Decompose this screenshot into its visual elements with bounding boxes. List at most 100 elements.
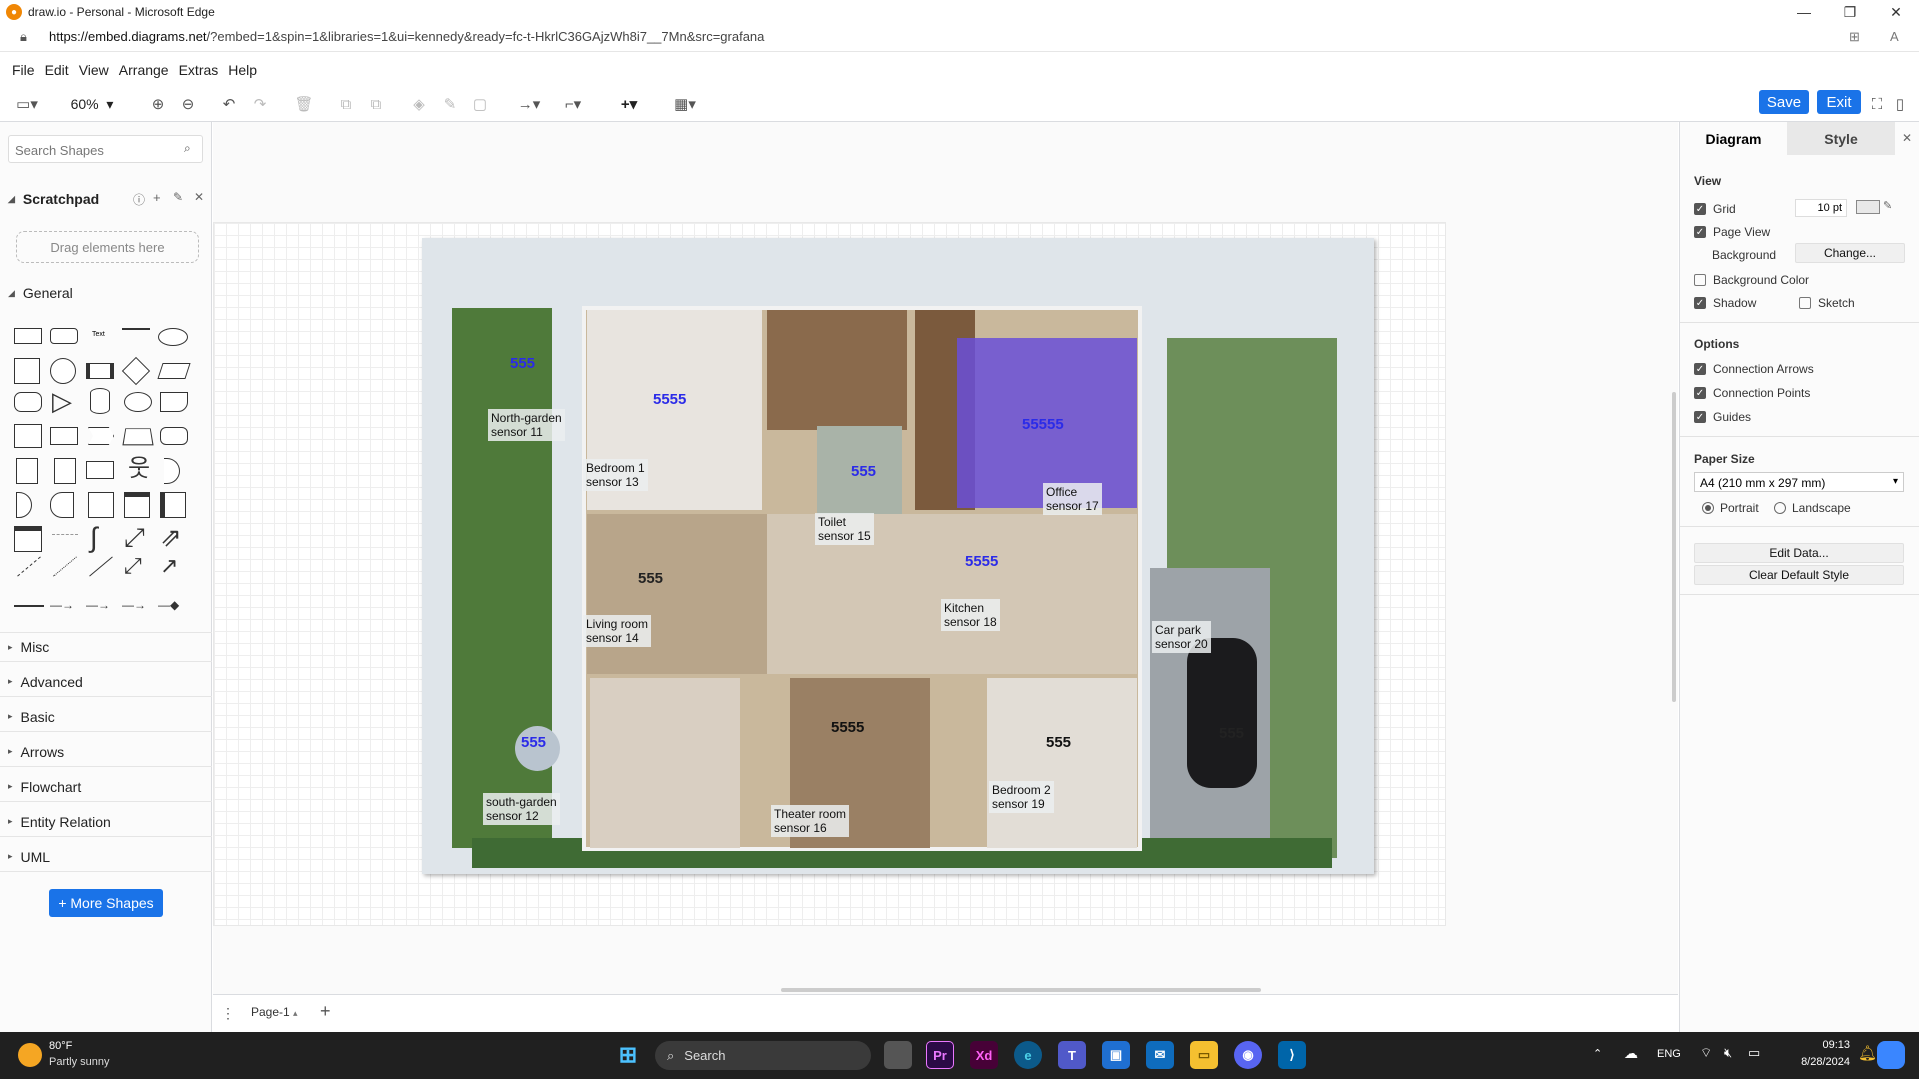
search-shapes-input[interactable]: Search Shapes: [8, 135, 203, 163]
battery-icon[interactable]: ▭: [1748, 1045, 1760, 1061]
vscode-icon[interactable]: ⟩: [1278, 1041, 1306, 1069]
menu-view[interactable]: View: [79, 62, 109, 78]
diamond-shape[interactable]: [121, 356, 151, 386]
room-label-bedroom-1[interactable]: Bedroom 1 sensor 13: [583, 459, 648, 491]
connector-symbol-shape[interactable]: —◆: [158, 598, 179, 612]
list-item-shape[interactable]: [52, 534, 78, 535]
trapezoid-shape[interactable]: [122, 428, 154, 446]
room-label-theater-room[interactable]: Theater room sensor 16: [771, 805, 850, 837]
language-indicator[interactable]: ENG: [1657, 1048, 1681, 1060]
close-panel-icon[interactable]: ✕: [1902, 131, 1912, 145]
cloud-shape[interactable]: [124, 392, 152, 412]
search-icon[interactable]: ⌕: [184, 141, 191, 156]
save-button[interactable]: Save: [1759, 90, 1809, 114]
page-tab[interactable]: Page-1 ▴: [247, 1003, 302, 1021]
app-available-icon[interactable]: ⊞: [1849, 29, 1860, 45]
arrow-shape[interactable]: ⇗: [160, 524, 182, 550]
menu-file[interactable]: File: [12, 62, 35, 78]
tape-shape[interactable]: [160, 427, 188, 445]
paper-size-select[interactable]: A4 (210 mm x 297 mm) ▾: [1694, 472, 1904, 492]
delay-shape[interactable]: [16, 492, 32, 518]
to-front-icon[interactable]: ⧉: [336, 94, 356, 114]
portrait-radio[interactable]: Portrait: [1702, 501, 1759, 515]
line-color-icon[interactable]: ✎: [440, 94, 460, 114]
bidirectional-connector-shape[interactable]: ⤢: [124, 554, 142, 578]
room-label-toilet[interactable]: Toilet sensor 15: [815, 513, 874, 545]
container-shape[interactable]: [88, 492, 114, 518]
rectangle-shape[interactable]: [14, 328, 42, 344]
basic-header[interactable]: ▸ Basic: [0, 702, 212, 732]
discord-icon[interactable]: ◉: [1234, 1041, 1262, 1069]
url-text[interactable]: https://embed.diagrams.net/?embed=1&spin…: [49, 29, 764, 44]
edit-icon[interactable]: ✎: [173, 190, 183, 204]
file-explorer-icon[interactable]: ▭: [1190, 1041, 1218, 1069]
grid-color-swatch[interactable]: [1856, 200, 1880, 214]
landscape-radio[interactable]: Landscape: [1774, 501, 1851, 515]
room-label-car-park[interactable]: Car park sensor 20: [1152, 621, 1211, 653]
step-shape[interactable]: [88, 427, 114, 445]
clock-date[interactable]: 8/28/2024: [1770, 1056, 1850, 1068]
edit-data-button[interactable]: Edit Data...: [1694, 543, 1904, 563]
format-panel-toggle-icon[interactable]: ▭▾: [10, 94, 44, 114]
connection-points-checkbox[interactable]: ✓ Connection Points: [1694, 386, 1810, 400]
directional-connector-shape[interactable]: ↗: [160, 554, 178, 578]
horizontal-scrollbar[interactable]: [781, 988, 1261, 992]
list-shape[interactable]: [14, 526, 42, 552]
connector-2-labels-shape[interactable]: —→: [86, 598, 110, 612]
sketch-checkbox[interactable]: Sketch: [1799, 296, 1855, 310]
collapse-panel-icon[interactable]: ▯: [1890, 94, 1910, 114]
speaker-muted-icon[interactable]: 🔇︎: [1724, 1045, 1732, 1061]
to-back-icon[interactable]: ⧉: [366, 94, 386, 114]
grid-size-input[interactable]: 10 pt: [1795, 199, 1847, 217]
menu-help[interactable]: Help: [228, 62, 257, 78]
close-window-button[interactable]: ✕: [1873, 0, 1919, 24]
menu-extras[interactable]: Extras: [179, 62, 219, 78]
help-icon[interactable]: ⓘ: [133, 191, 145, 208]
scratchpad-dropzone[interactable]: Drag elements here: [16, 231, 199, 263]
connector-label-shape[interactable]: —→: [50, 598, 74, 612]
arrows-header[interactable]: ▸ Arrows: [0, 737, 212, 767]
zoom-in-icon[interactable]: ⊕: [148, 94, 168, 114]
fill-color-icon[interactable]: ◈: [409, 94, 429, 114]
delete-icon[interactable]: 🗑︎: [294, 94, 314, 114]
table-icon[interactable]: ▦▾: [668, 94, 702, 114]
connector-3-labels-shape[interactable]: —→: [122, 598, 146, 612]
actor-shape[interactable]: 웃: [128, 456, 150, 482]
bidirectional-arrow-shape[interactable]: ⤢: [124, 524, 145, 550]
read-aloud-icon[interactable]: A: [1890, 29, 1899, 44]
advanced-header[interactable]: ▸ Advanced: [0, 667, 212, 697]
document-shape[interactable]: [160, 392, 188, 412]
floor-plan-image[interactable]: North-garden sensor 11 555 Bedroom 1 senso…: [422, 238, 1374, 874]
add-icon[interactable]: +: [153, 190, 161, 205]
insert-icon[interactable]: +▾: [612, 94, 646, 114]
general-header[interactable]: ◢ General: [0, 278, 212, 308]
exit-button[interactable]: Exit: [1817, 90, 1861, 114]
square-shape[interactable]: [14, 358, 40, 384]
more-shapes-button[interactable]: + More Shapes: [49, 889, 163, 917]
task-view-icon[interactable]: [884, 1041, 912, 1069]
parallelogram-shape[interactable]: [157, 363, 191, 379]
adobe-xd-icon[interactable]: Xd: [970, 1041, 998, 1069]
cylinder-shape[interactable]: [90, 388, 110, 414]
change-background-button[interactable]: Change...: [1795, 243, 1905, 263]
close-icon[interactable]: ✕: [194, 190, 204, 204]
zoom-out-icon[interactable]: ⊖: [178, 94, 198, 114]
address-bar[interactable]: 🔒︎ https://embed.diagrams.net/?embed=1&s…: [0, 24, 1919, 52]
connection-arrows-checkbox[interactable]: ✓ Connection Arrows: [1694, 362, 1814, 376]
grid-checkbox[interactable]: ✓ Grid: [1694, 202, 1736, 216]
triangle-shape[interactable]: ▷: [52, 388, 72, 414]
chevron-up-icon[interactable]: ⌃: [1593, 1047, 1602, 1060]
redo-icon[interactable]: ↷: [250, 94, 270, 114]
restore-button[interactable]: ❐: [1827, 0, 1873, 24]
menu-arrange[interactable]: Arrange: [119, 62, 169, 78]
callout-shape[interactable]: [86, 461, 114, 479]
swimlane-shape[interactable]: [160, 492, 186, 518]
wifi-icon[interactable]: ⌔: [1700, 1045, 1712, 1061]
menu-edit[interactable]: Edit: [45, 62, 69, 78]
add-page-icon[interactable]: +: [320, 1001, 331, 1022]
line-shape[interactable]: [89, 556, 113, 577]
tab-diagram[interactable]: Diagram: [1680, 122, 1787, 155]
store-icon[interactable]: ▣: [1102, 1041, 1130, 1069]
weather-desc[interactable]: Partly sunny: [49, 1056, 110, 1068]
room-label-bedroom-2[interactable]: Bedroom 2 sensor 19: [989, 781, 1054, 813]
